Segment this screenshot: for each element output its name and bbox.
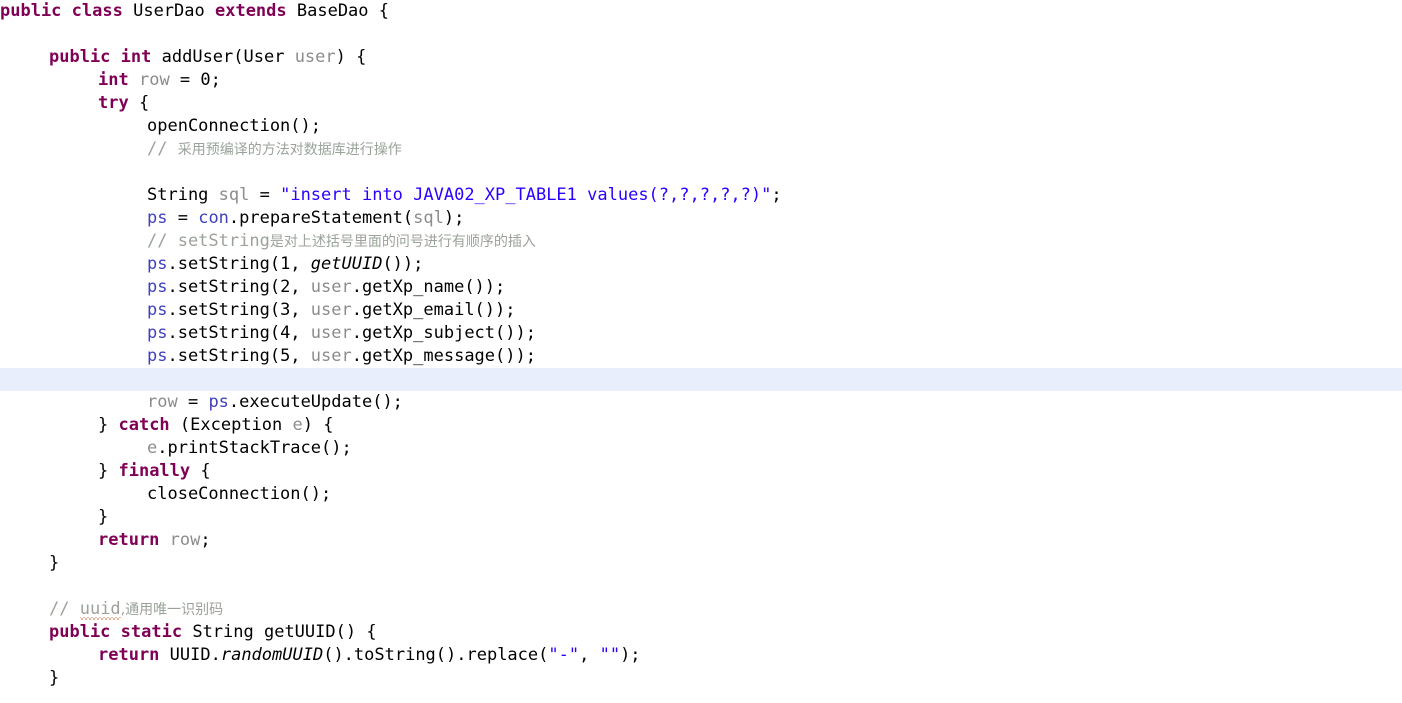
token-parameter: user	[310, 277, 352, 297]
token-field: con	[198, 208, 229, 228]
code-line[interactable]: }	[0, 552, 1402, 575]
token-local: row	[138, 70, 170, 90]
token-field: ps	[208, 392, 229, 412]
code-line[interactable]: openConnection();	[0, 115, 1402, 138]
token-parameter: e	[292, 415, 303, 435]
token-parameter: user	[294, 47, 336, 67]
code-editor-canvas[interactable]: public class UserDao extends BaseDao { p…	[0, 0, 1402, 703]
code-line[interactable]: ps.setString(1, getUUID());	[0, 253, 1402, 276]
code-line[interactable]: try {	[0, 92, 1402, 115]
code-line[interactable]: } catch (Exception e) {	[0, 414, 1402, 437]
code-line[interactable]: ps = con.prepareStatement(sql);	[0, 207, 1402, 230]
token-keyword: finally	[118, 461, 191, 481]
token-string: "-"	[548, 645, 580, 665]
token-keyword: return	[98, 645, 160, 665]
token-field: ps	[147, 254, 168, 274]
token-parameter: e	[147, 438, 158, 458]
token-local: row	[147, 392, 178, 412]
code-line[interactable]: }	[0, 506, 1402, 529]
token-comment-cjk: ,通用唯一识别码	[120, 602, 224, 618]
current-line-highlight[interactable]	[0, 368, 1402, 391]
code-line[interactable]: ps.setString(2, user.getXp_name());	[0, 276, 1402, 299]
code-line[interactable]: e.printStackTrace();	[0, 437, 1402, 460]
token-parameter: user	[310, 323, 352, 343]
token-keyword: extends	[214, 1, 287, 21]
token-keyword: class	[71, 1, 123, 21]
token-comment-cjk: 是对上述括号里面的问号进行有顺序的插入	[269, 234, 536, 250]
token-keyword: public	[0, 1, 62, 21]
token-keyword: catch	[118, 415, 170, 435]
code-line[interactable]: ps.setString(5, user.getXp_message());	[0, 345, 1402, 368]
code-line[interactable]: row = ps.executeUpdate();	[0, 391, 1402, 414]
token-field: ps	[147, 277, 168, 297]
code-line[interactable]: ps.setString(4, user.getXp_subject());	[0, 322, 1402, 345]
token-field: ps	[147, 300, 168, 320]
token-static-method: randomUUID	[220, 645, 324, 665]
token-field: ps	[147, 346, 168, 366]
token-keyword: int	[98, 70, 129, 90]
code-line[interactable]: // setString是对上述括号里面的问号进行有顺序的插入	[0, 230, 1402, 253]
code-line[interactable]: public static String getUUID() {	[0, 621, 1402, 644]
code-line[interactable]: }	[0, 667, 1402, 690]
token-field: ps	[147, 208, 168, 228]
code-line[interactable]: return UUID.randomUUID().toString().repl…	[0, 644, 1402, 667]
token-local: row	[169, 530, 201, 550]
token-parameter: user	[310, 300, 352, 320]
token-keyword: public	[49, 622, 111, 642]
code-line[interactable]: // uuid,通用唯一识别码	[0, 598, 1402, 621]
token-keyword: public	[49, 47, 111, 67]
code-line[interactable]: closeConnection();	[0, 483, 1402, 506]
token-local: sql	[413, 208, 444, 228]
token-comment: // setString	[147, 231, 270, 251]
code-line[interactable]	[0, 161, 1402, 184]
code-line[interactable]	[0, 23, 1402, 46]
code-line[interactable]: public int addUser(User user) {	[0, 46, 1402, 69]
code-line[interactable]: return row;	[0, 529, 1402, 552]
token-comment: //	[49, 599, 80, 619]
code-line[interactable]: } finally {	[0, 460, 1402, 483]
token-comment-cjk: 采用预编译的方法对数据库进行操作	[177, 142, 402, 158]
token-keyword: return	[98, 530, 160, 550]
token-string: ""	[599, 645, 621, 665]
token-field: ps	[147, 323, 168, 343]
token-string: "insert into JAVA02_XP_TABLE1 values(?,?…	[280, 185, 772, 205]
spellcheck-word: uuid	[79, 599, 121, 620]
token-static-method: getUUID	[310, 254, 383, 274]
token-keyword: try	[98, 93, 129, 113]
token-local: sql	[218, 185, 250, 205]
token-parameter: user	[310, 346, 352, 366]
code-line[interactable]: String sql = "insert into JAVA02_XP_TABL…	[0, 184, 1402, 207]
token-comment: //	[147, 139, 178, 159]
token-keyword: int	[120, 47, 152, 67]
code-line[interactable]	[0, 575, 1402, 598]
token-keyword: static	[120, 622, 183, 642]
code-line[interactable]: int row = 0;	[0, 69, 1402, 92]
code-line[interactable]: // 采用预编译的方法对数据库进行操作	[0, 138, 1402, 161]
code-line[interactable]: ps.setString(3, user.getXp_email());	[0, 299, 1402, 322]
code-line[interactable]: public class UserDao extends BaseDao {	[0, 0, 1402, 23]
